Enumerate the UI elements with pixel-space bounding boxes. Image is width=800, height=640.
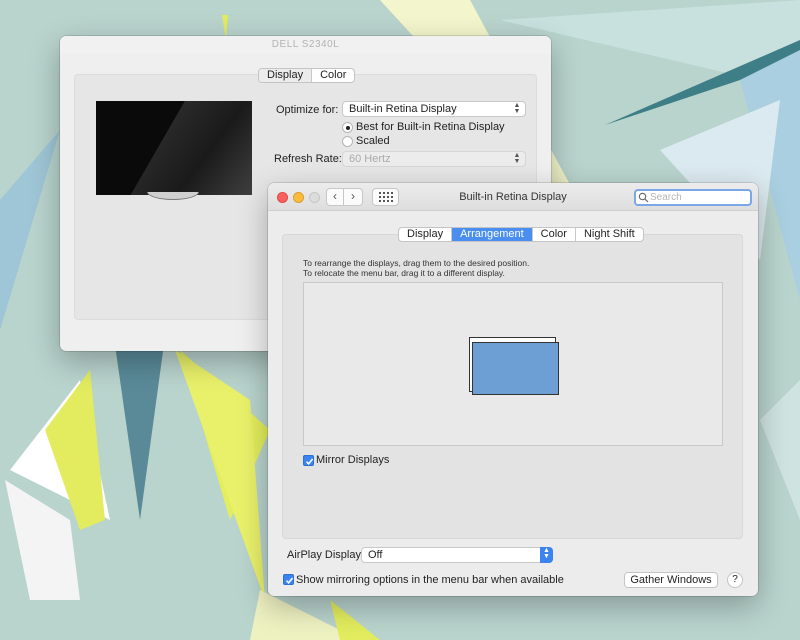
search-input[interactable]: [650, 191, 748, 204]
optimize-for-label: Optimize for:: [276, 104, 339, 116]
optimize-for-popup[interactable]: Built-in Retina Display ▲ ▼: [342, 101, 526, 117]
airplay-display-label: AirPlay Display:: [287, 549, 365, 561]
tab-night-shift[interactable]: Night Shift: [574, 228, 643, 241]
show-all-button[interactable]: [372, 188, 399, 206]
popup-arrows-icon: ▲ ▼: [513, 152, 521, 165]
grid-icon: [378, 192, 393, 202]
tab-display[interactable]: Display: [399, 228, 451, 241]
instruction-line-2: To relocate the menu bar, drag it to a d…: [303, 268, 505, 278]
built-in-display-window: ‹ › Built-in Retina Display Displa: [268, 183, 758, 596]
dell-tab-bar: Display Color: [258, 68, 356, 83]
zoom-button[interactable]: [309, 192, 320, 203]
popup-arrows-icon: ▲ ▼: [540, 547, 553, 563]
close-button[interactable]: [277, 192, 288, 203]
display-thumbnail[interactable]: [472, 342, 559, 395]
gather-windows-button[interactable]: Gather Windows: [624, 572, 718, 588]
tab-arrangement[interactable]: Arrangement: [451, 228, 532, 241]
minimize-button[interactable]: [293, 192, 304, 203]
checkmark-icon: [305, 458, 314, 465]
forward-button[interactable]: ›: [344, 188, 363, 206]
refresh-rate-label: Refresh Rate:: [274, 153, 342, 165]
dell-tab-display[interactable]: Display: [259, 69, 312, 82]
show-mirroring-checkbox[interactable]: [283, 574, 294, 585]
display-arrangement-area: [303, 282, 723, 446]
popup-arrows-icon: ▲ ▼: [513, 102, 521, 115]
scaled-label: Scaled: [356, 135, 390, 147]
instruction-line-1: To rearrange the displays, drag them to …: [303, 258, 530, 268]
mirror-displays-label: Mirror Displays: [316, 454, 390, 466]
magnifier-icon: [638, 192, 649, 203]
mirror-displays-checkbox[interactable]: [303, 455, 314, 466]
optimize-for-value: Built-in Retina Display: [349, 103, 457, 115]
airplay-display-popup[interactable]: Off ▲ ▼: [361, 547, 553, 563]
window-titlebar[interactable]: ‹ › Built-in Retina Display: [268, 183, 758, 211]
help-button[interactable]: ?: [727, 572, 743, 588]
back-button[interactable]: ‹: [326, 188, 344, 206]
show-mirroring-label: Show mirroring options in the menu bar w…: [296, 574, 564, 586]
refresh-rate-popup[interactable]: 60 Hertz ▲ ▼: [342, 151, 526, 167]
best-for-label: Best for Built-in Retina Display: [356, 121, 505, 133]
search-field[interactable]: [634, 189, 752, 206]
checkmark-icon: [285, 577, 294, 584]
airplay-display-value: Off: [368, 549, 383, 561]
best-for-radio[interactable]: [342, 122, 353, 133]
main-tab-bar: Display Arrangement Color Night Shift: [398, 227, 644, 242]
window-title: Built-in Retina Display: [459, 191, 567, 203]
scaled-radio[interactable]: [342, 136, 353, 147]
tab-color[interactable]: Color: [531, 228, 575, 241]
display-preview-image: [96, 101, 252, 195]
dell-tab-color[interactable]: Color: [311, 69, 354, 82]
dell-window-title: DELL S2340L: [60, 36, 551, 54]
chevron-right-icon: ›: [351, 189, 355, 203]
chevron-left-icon: ‹: [333, 189, 337, 203]
refresh-rate-value: 60 Hertz: [349, 153, 391, 165]
